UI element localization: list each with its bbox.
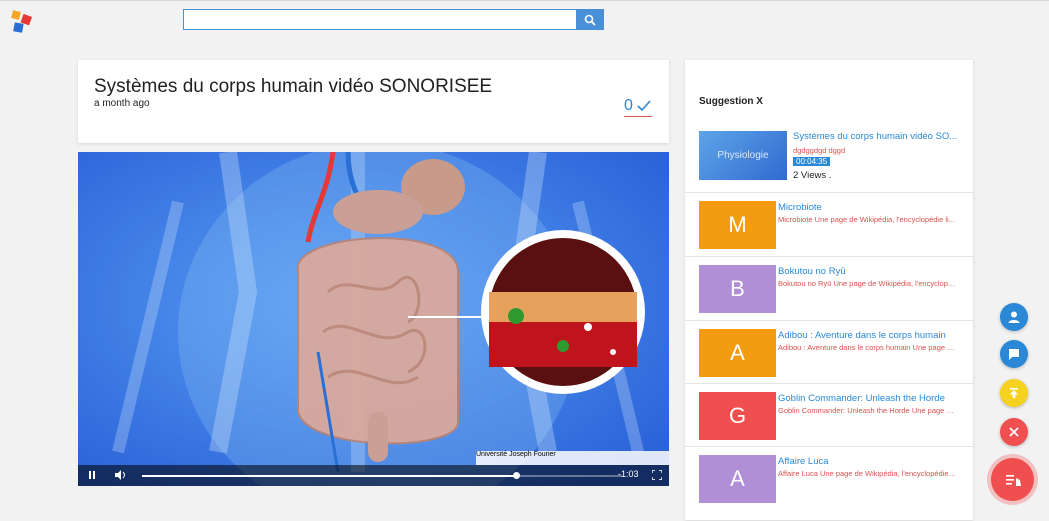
suggestion-desc: Goblin Commander: Unleash the Horde Une … [778, 406, 958, 415]
close-icon [1009, 427, 1019, 437]
chat-button[interactable] [1000, 340, 1028, 368]
suggestion-letter-thumb: A [699, 455, 776, 503]
suggestion-letter-thumb: B [699, 265, 776, 313]
profile-button[interactable] [1000, 303, 1028, 331]
suggestion-letter-thumb: A [699, 329, 776, 377]
check-icon [637, 100, 651, 112]
thumb-letter: B [730, 276, 745, 301]
suggestions-heading: Suggestion X [699, 96, 763, 107]
fullscreen-icon[interactable] [652, 470, 662, 480]
thumb-letter: G [728, 403, 747, 428]
video-title: Systèmes du corps humain vidéo SONORISEE [94, 76, 493, 97]
search-input[interactable] [188, 12, 572, 29]
upload-icon [1010, 388, 1018, 398]
user-icon [1008, 311, 1020, 323]
thumb-letter: A [730, 466, 745, 491]
suggestion-desc: Bokutou no Ryū Une page de Wikipédia, l'… [778, 279, 958, 288]
video-player[interactable]: Université Joseph Fourier -1:03 [78, 152, 669, 486]
suggestion-desc: dgdggdgd dggd [793, 146, 846, 155]
progress-handle[interactable] [513, 472, 521, 479]
suggestion-letter-thumb: G [699, 392, 776, 440]
pause-icon[interactable] [86, 469, 98, 481]
duration-badge: 00:04:35 [793, 157, 831, 166]
search-icon [584, 14, 596, 26]
video-title-card: Systèmes du corps humain vidéo SONORISEE… [78, 60, 669, 143]
app-logo[interactable] [9, 9, 35, 35]
suggestion-item[interactable]: M Microbiote Microbiote Une page de Wiki… [685, 192, 973, 257]
suggestion-item[interactable]: A Affaire Luca Affaire Luca Une page de … [685, 446, 973, 521]
progress-track[interactable] [142, 472, 622, 479]
thumbnail-label: Physiologie [717, 150, 769, 161]
time-remaining: -1:03 [618, 469, 639, 479]
close-button[interactable] [1000, 418, 1028, 446]
suggestion-title[interactable]: Systèmes du corps humain vidéo SO... [793, 131, 973, 142]
thumb-letter: A [730, 340, 745, 365]
university-badge: Université Joseph Fourier [476, 451, 669, 465]
volume-icon[interactable] [114, 469, 126, 481]
chat-icon [1009, 349, 1019, 360]
search-button[interactable] [576, 9, 604, 30]
suggestion-thumbnail: Physiologie [699, 131, 787, 180]
menu-icon [1005, 474, 1021, 486]
badge-text: Université Joseph Fourier [476, 451, 556, 458]
progress-fill [142, 475, 517, 477]
search-bar [183, 9, 604, 30]
suggestion-desc: Affaire Luca Une page de Wikipédia, l'en… [778, 469, 958, 478]
scroll-top-button[interactable] [1000, 379, 1028, 407]
suggestion-title[interactable]: Goblin Commander: Unleash the Horde [778, 393, 958, 404]
suggestion-title[interactable]: Bokutou no Ryū [778, 266, 958, 277]
thumb-letter: M [728, 212, 747, 237]
suggestion-title[interactable]: Affaire Luca [778, 456, 958, 467]
suggestion-desc: Adibou : Aventure dans le corps humain U… [778, 343, 958, 352]
suggestion-item[interactable]: Physiologie Systèmes du corps humain vid… [685, 120, 973, 192]
suggestion-desc: Microbiote Une page de Wikipédia, l'ency… [778, 215, 955, 224]
suggestions-panel: Suggestion X Physiologie Systèmes du cor… [685, 60, 973, 520]
suggestion-title[interactable]: Microbiote [778, 202, 958, 213]
suggestion-item[interactable]: B Bokutou no Ryū Bokutou no Ryū Une page… [685, 256, 973, 321]
like-count: 0 [624, 97, 633, 114]
suggestion-item[interactable]: A Adibou : Aventure dans le corps humain… [685, 320, 973, 384]
video-frame-anatomy [78, 152, 669, 486]
suggestion-item[interactable]: G Goblin Commander: Unleash the Horde Go… [685, 383, 973, 447]
main-menu-button[interactable] [991, 458, 1034, 501]
like-counter[interactable]: 0 [624, 96, 652, 117]
video-controls: -1:03 [78, 465, 669, 486]
suggestion-title[interactable]: Adibou : Aventure dans le corps humain [778, 330, 958, 341]
top-border [0, 0, 1049, 1]
view-count: 2 Views . [793, 170, 832, 181]
video-date: a month ago [94, 98, 150, 109]
suggestion-letter-thumb: M [699, 201, 776, 249]
